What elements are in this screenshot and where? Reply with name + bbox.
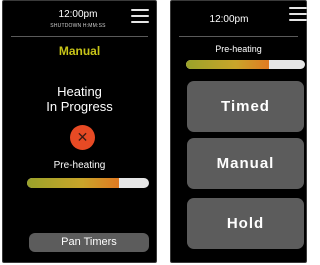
close-icon[interactable]: ✕	[70, 125, 95, 150]
clock: 12:00pm	[58, 9, 98, 20]
preheat-progress-bar	[186, 60, 305, 69]
hold-button[interactable]: Hold	[187, 198, 304, 249]
mode-title: Manual	[58, 44, 101, 58]
status-line-1: Heating	[57, 84, 102, 99]
progress-label: Pre-heating	[53, 160, 106, 171]
menu-icon[interactable]	[289, 7, 307, 21]
left-screen: 12:00pm SHUTDOWN H:MM:SS Manual Heating …	[2, 0, 157, 263]
preheat-progress-bar	[27, 178, 149, 188]
shutdown-countdown: SHUTDOWN H:MM:SS	[50, 23, 106, 29]
manual-button[interactable]: Manual	[187, 138, 304, 189]
status-bar: 12:00pm SHUTDOWN H:MM:SS	[3, 1, 156, 38]
right-screen: 12:00pm Pre-heating Timed Manual Hold	[170, 0, 307, 263]
progress-fill	[27, 178, 119, 188]
timed-button[interactable]: Timed	[187, 81, 304, 132]
pan-timers-button[interactable]: Pan Timers	[29, 233, 149, 252]
progress-fill	[186, 60, 270, 69]
clock: 12:00pm	[209, 14, 249, 25]
divider	[179, 36, 298, 37]
divider	[11, 36, 148, 37]
status-bar: 12:00pm	[171, 1, 307, 38]
status-line-2: In Progress	[46, 99, 113, 114]
menu-icon[interactable]	[131, 9, 149, 23]
progress-label: Pre-heating	[215, 44, 262, 54]
